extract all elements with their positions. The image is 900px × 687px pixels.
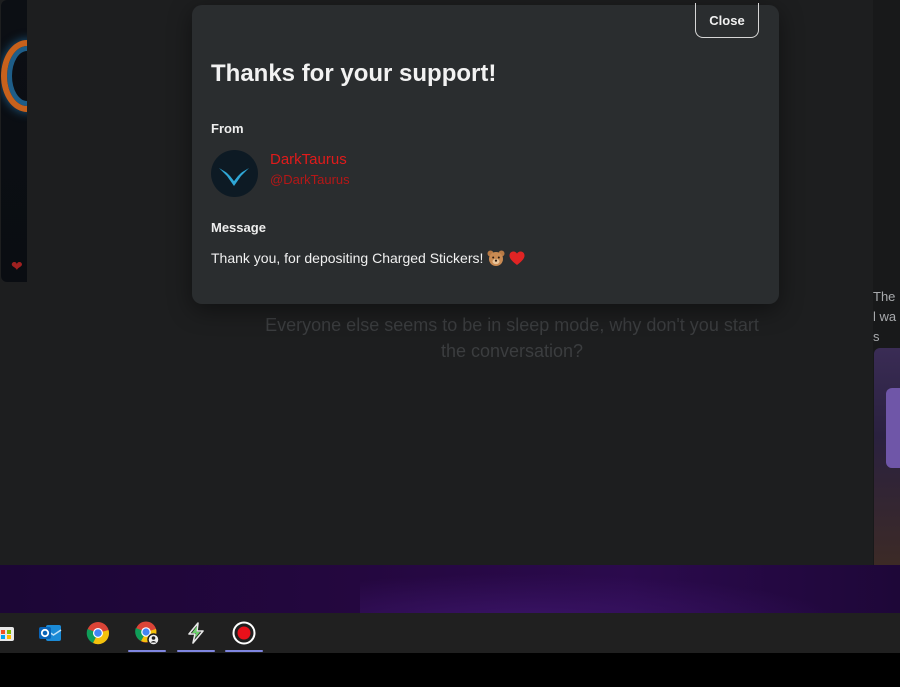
sender-name[interactable]: DarkTaurus <box>270 151 347 168</box>
video-thumbnail-2[interactable] <box>874 348 900 565</box>
promo-banner <box>0 565 900 613</box>
taskbar <box>0 613 900 653</box>
from-label: From <box>211 121 244 136</box>
thumbnail-artwork-2 <box>886 388 900 468</box>
chrome-profile-icon[interactable] <box>127 613 167 653</box>
outlook-icon[interactable] <box>30 613 70 653</box>
close-button[interactable]: Close <box>695 3 759 38</box>
message-body: Thank you, for depositing Charged Sticke… <box>211 250 525 266</box>
support-modal: Close Thanks for your support! From Dark… <box>192 3 779 304</box>
chrome-icon[interactable] <box>78 613 118 653</box>
screen-bottom <box>0 653 900 687</box>
bear-face-icon <box>487 250 505 266</box>
record-icon[interactable] <box>224 613 264 653</box>
bolt-app-icon[interactable] <box>176 613 216 653</box>
empty-state-text: Everyone else seems to be in sleep mode,… <box>265 315 759 361</box>
heart-icon: ❤ <box>11 258 23 274</box>
avatar[interactable] <box>211 150 258 197</box>
modal-title: Thanks for your support! <box>211 60 497 87</box>
store-icon[interactable] <box>0 613 26 653</box>
message-label: Message <box>211 220 266 235</box>
video-thumbnail[interactable]: ❤ <box>1 0 27 282</box>
sender-handle[interactable]: @DarkTaurus <box>270 172 350 187</box>
message-text: Thank you, for depositing Charged Sticke… <box>211 250 484 266</box>
red-heart-icon <box>509 251 525 265</box>
thumbnail-artwork <box>1 40 27 112</box>
thumbnail-caption: The l was <box>873 289 897 344</box>
taurus-logo-icon <box>219 168 249 186</box>
